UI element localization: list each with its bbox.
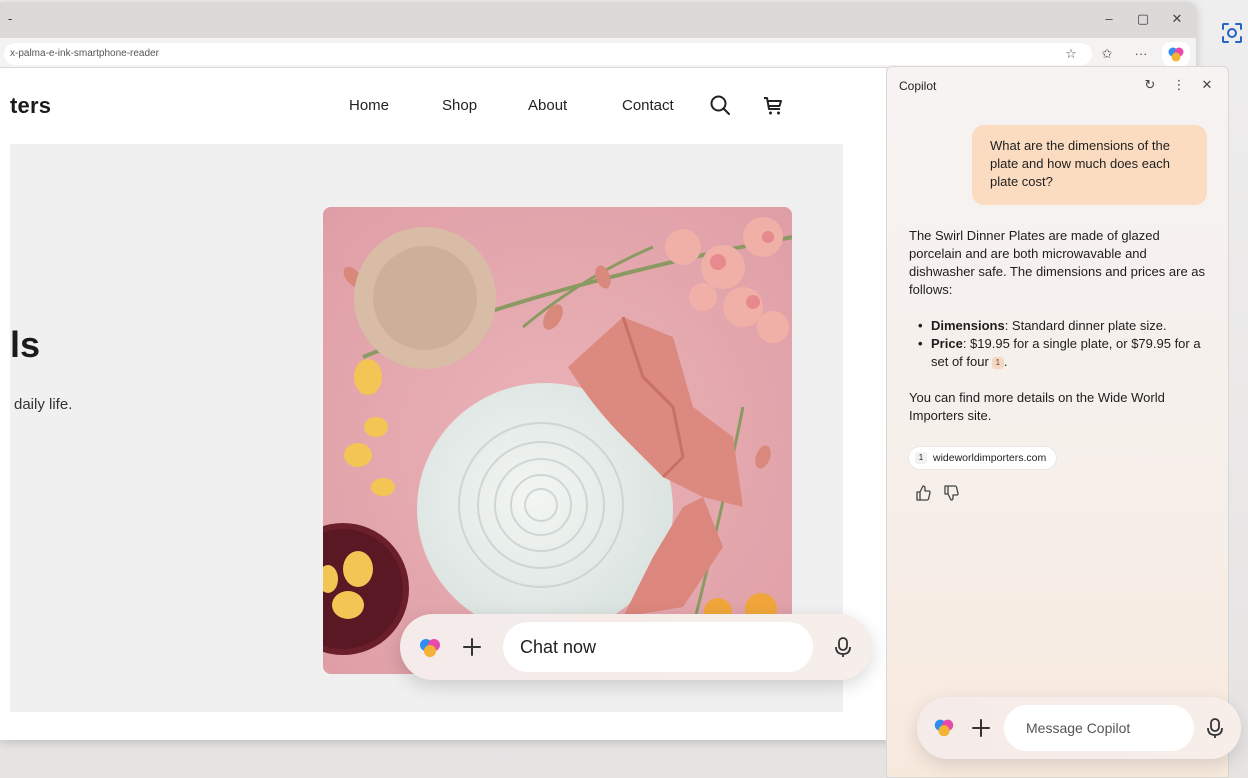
nav-contact[interactable]: Contact [622,97,674,114]
microphone-icon[interactable] [832,636,854,658]
source-link[interactable]: 1 wideworldimporters.com [909,447,1057,469]
more-icon[interactable]: ··· [1132,45,1150,63]
citation-badge[interactable]: 1 [991,357,1004,369]
copilot-icon [1168,47,1184,62]
copilot-title: Copilot [899,79,937,93]
source-domain: wideworldimporters.com [933,452,1047,464]
tab-title[interactable]: - [8,11,12,26]
copilot-panel: Copilot ↻ ⋮ ✕ What are the dimensions of… [886,66,1241,778]
favorite-star-icon[interactable]: ☆ [1062,45,1080,63]
user-message: What are the dimensions of the plate and… [972,125,1207,205]
copilot-composer: Message Copilot [917,697,1241,759]
thumbs-up-icon[interactable] [914,484,932,502]
answer-outro: You can find more details on the Wide Wo… [909,390,1165,423]
chat-input[interactable]: Chat now [503,622,813,672]
nav-shop[interactable]: Shop [442,97,477,114]
title-bar: - – ▢ ✕ [0,2,1196,38]
more-icon[interactable]: ⋮ [1170,76,1188,94]
visual-search-icon[interactable] [1218,19,1246,47]
site-logo[interactable]: ters [10,93,51,119]
plus-icon[interactable] [970,717,992,739]
nav-home[interactable]: Home [349,97,389,114]
close-icon[interactable]: ✕ [1198,76,1216,94]
hero-title: ls [10,324,41,365]
thumbs-down-icon[interactable] [942,484,960,502]
answer-list: Dimensions: Standard dinner plate size. … [909,317,1209,371]
minimize-icon[interactable]: – [1100,10,1118,28]
close-icon[interactable]: ✕ [1168,10,1186,28]
refresh-icon[interactable]: ↻ [1141,76,1159,94]
address-bar: x-palma-e-ink-smartphone-reader ☆ ✩ ··· [0,38,1196,68]
bullet-text: : Standard dinner plate size. [1004,318,1167,333]
cart-icon[interactable] [762,94,784,116]
copilot-icon[interactable] [931,715,957,739]
copilot-icon[interactable] [416,634,444,660]
list-item: Dimensions: Standard dinner plate size. [909,317,1209,335]
plus-icon[interactable] [461,636,483,658]
assistant-answer: The Swirl Dinner Plates are made of glaz… [909,227,1209,443]
list-item: Price: $19.95 for a single plate, or $79… [909,335,1209,371]
microphone-icon[interactable] [1204,717,1226,739]
bullet-label: Dimensions [931,318,1005,333]
source-number: 1 [915,452,927,464]
maximize-icon[interactable]: ▢ [1134,10,1152,28]
copilot-toolbar-button[interactable] [1162,42,1190,66]
message-input[interactable]: Message Copilot [1004,705,1194,751]
bullet-label: Price [931,336,963,351]
page-chat-bar: Chat now [400,614,872,680]
favorites-icon[interactable]: ✩ [1098,45,1116,63]
hero-subtitle: daily life. [14,396,73,413]
product-photo [323,207,792,674]
answer-intro: The Swirl Dinner Plates are made of glaz… [909,228,1206,297]
search-icon[interactable] [709,94,731,116]
url-field[interactable]: x-palma-e-ink-smartphone-reader [4,43,1092,65]
nav-about[interactable]: About [528,97,567,114]
bullet-text: : $19.95 for a single plate, or $79.95 f… [931,336,1201,369]
